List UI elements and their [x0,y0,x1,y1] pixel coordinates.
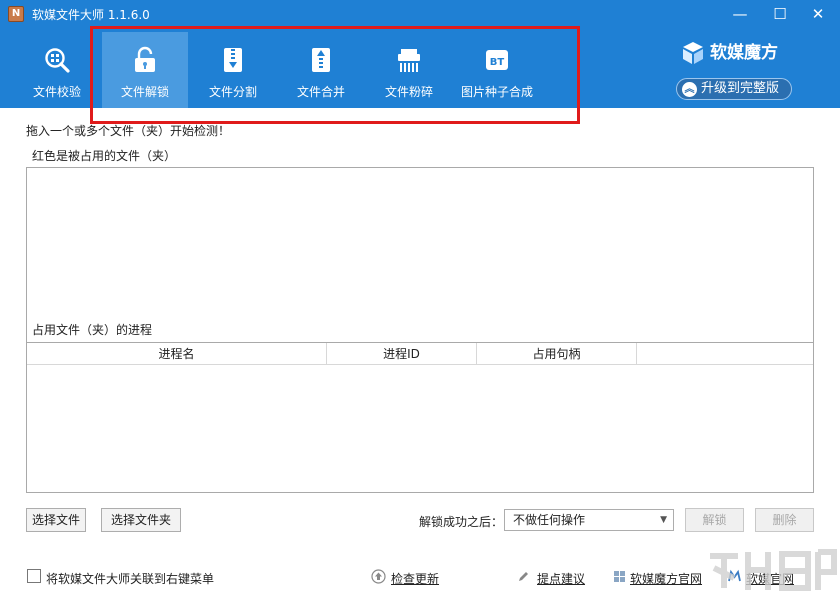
check-update-link[interactable]: 检查更新 [391,570,439,587]
upgrade-label: 升级到完整版 [701,81,780,96]
unlock-icon [135,46,155,72]
context-menu-label: 将软媒文件大师关联到右键菜单 [46,572,215,586]
feedback-link[interactable]: 提点建议 [537,570,585,587]
tab-label: 文件解锁 [120,85,169,99]
after-unlock-label: 解锁成功之后： [419,515,504,529]
delete-button[interactable]: 删除 [755,508,814,532]
title-bar: N 软媒文件大师 1.1.6.0 — ☐ ✕ [0,0,840,28]
tab-label: 文件粉碎 [384,85,433,99]
after-unlock-value: 不做任何操作 [513,513,586,527]
tab-file-shred[interactable]: 文件粉碎 [366,32,452,108]
pencil-icon [519,572,528,581]
brand-logo: 软媒魔方 [680,38,778,66]
maximize-button[interactable]: ☐ [762,2,798,26]
column-process-id[interactable]: 进程ID [327,343,477,365]
table-header: 进程名 进程ID 占用句柄 [27,343,813,365]
grid-cube-icon [614,571,625,582]
update-arrow-icon [371,569,386,584]
chevron-up-icon: ︽ [682,82,697,97]
app-logo-icon: N [8,6,24,22]
occupied-files-label: 红色是被占用的文件（夹） [32,149,177,163]
zip-merge-icon [312,48,330,72]
tab-image-torrent[interactable]: BT 图片种子合成 [454,32,540,108]
watermark-logo [704,538,840,600]
upgrade-button[interactable]: ︽ 升级到完整版 [676,78,792,100]
tab-label: 图片种子合成 [460,85,533,99]
tab-file-merge[interactable]: 文件合并 [278,32,364,108]
mofang-site-link[interactable]: 软媒魔方官网 [630,570,702,587]
tab-file-unlock[interactable]: 文件解锁 [102,32,188,108]
brand-name: 软媒魔方 [710,43,778,63]
dropdown-arrow-icon: ▼ [660,515,667,525]
close-button[interactable]: ✕ [800,2,836,26]
bt-badge-text: BT [490,57,505,68]
select-folder-button[interactable]: 选择文件夹 [101,508,181,532]
process-table[interactable]: 进程名 进程ID 占用句柄 [26,342,814,493]
unlock-button[interactable]: 解锁 [685,508,744,532]
tab-label: 文件校验 [32,85,81,99]
context-menu-checkbox[interactable] [27,569,41,583]
drag-hint: 拖入一个或多个文件（夹）开始检测！ [26,124,231,138]
download-watermark-icon [710,549,837,591]
minimize-button[interactable]: — [722,2,758,26]
tab-file-split[interactable]: 文件分割 [190,32,276,108]
after-unlock-select[interactable]: 不做任何操作 ▼ [504,509,674,531]
process-label: 占用文件（夹）的进程 [32,323,153,337]
select-file-button[interactable]: 选择文件 [26,508,86,532]
tab-file-verify[interactable]: 文件校验 [14,32,100,108]
occupied-files-list[interactable] [26,167,814,344]
bt-icon: BT [486,50,508,70]
cube-logo-icon [683,42,703,64]
header-bar: N 软媒文件大师 1.1.6.0 — ☐ ✕ 文件校验 文件解锁 文件分割 文件… [0,0,840,108]
magnify-icon [45,48,70,73]
window-title: 软媒文件大师 1.1.6.0 [32,8,150,22]
column-process-name[interactable]: 进程名 [27,343,327,365]
column-handle[interactable]: 占用句柄 [477,343,637,365]
tab-label: 文件分割 [208,85,257,99]
shredder-icon [398,49,420,72]
zip-split-icon [224,48,242,72]
tab-label: 文件合并 [296,85,345,99]
